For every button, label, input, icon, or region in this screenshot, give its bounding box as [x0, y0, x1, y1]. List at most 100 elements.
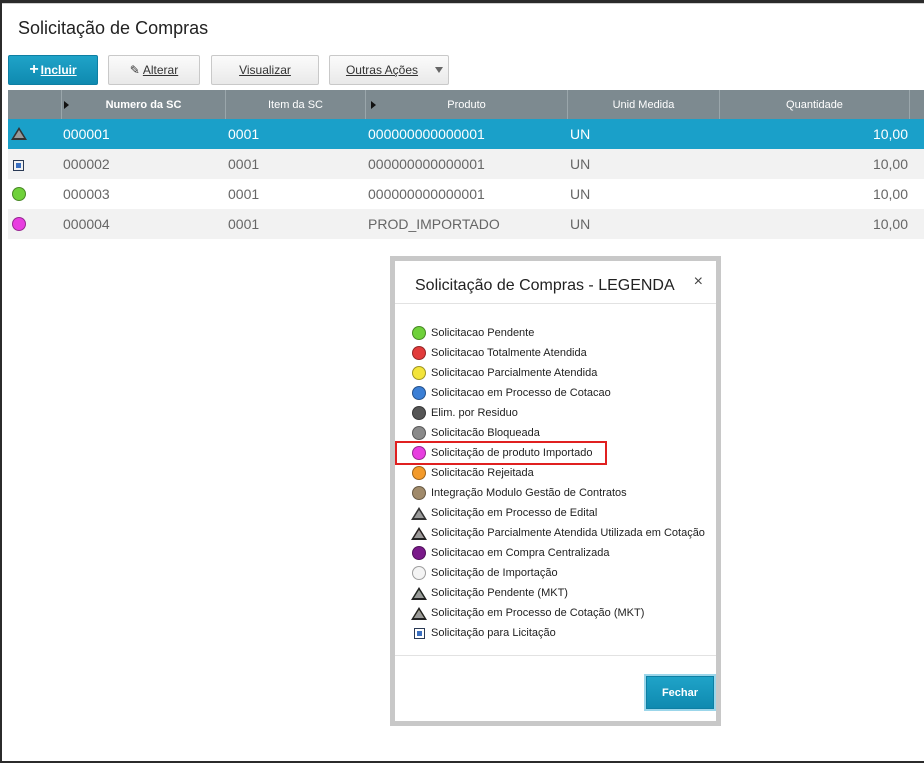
- legend-item: Solicitação de Importação: [411, 563, 705, 583]
- square-blue-icon: [411, 625, 427, 641]
- table-row[interactable]: 000004 0001 PROD_IMPORTADO UN 10,00: [8, 209, 924, 239]
- legend-item: Integração Modulo Gestão de Contratos: [411, 483, 705, 503]
- cell-quantidade: 10,00: [872, 216, 908, 232]
- status-square-icon: [12, 157, 26, 171]
- legend-list: Solicitacao Pendente Solicitacao Totalme…: [395, 323, 705, 643]
- alterar-button[interactable]: ✎ Alterar: [108, 55, 200, 85]
- cell-quantidade: 10,00: [872, 156, 908, 172]
- circle-purple-icon: [411, 545, 427, 561]
- legend-item: Elim. por Residuo: [411, 403, 705, 423]
- header-numero[interactable]: Numero da SC: [62, 90, 226, 119]
- incluir-label: Incluir: [40, 63, 77, 77]
- cell-numero: 000002: [63, 156, 110, 172]
- grid-header: Numero da SC Item da SC Produto Unid Med…: [8, 90, 924, 119]
- cell-unid: UN: [570, 156, 591, 172]
- cell-produto: 000000000000001: [368, 186, 485, 202]
- legend-item: Solicitacão Bloqueada: [411, 423, 705, 443]
- circle-gray-icon: [411, 425, 427, 441]
- divider: [395, 303, 716, 304]
- alterar-label: Alterar: [142, 63, 179, 77]
- legend-item: Solicitação em Processo de Cotação (MKT): [411, 603, 705, 623]
- cell-unid: UN: [570, 216, 591, 232]
- circle-dark-gray-icon: [411, 405, 427, 421]
- page-title: Solicitação de Compras: [18, 18, 209, 38]
- plus-icon: +: [29, 61, 39, 78]
- legend-dialog-frame: Solicitação de Compras - LEGENDA × Solic…: [390, 256, 721, 726]
- header-unid[interactable]: Unid Medida: [568, 90, 720, 119]
- cell-produto: 000000000000001: [368, 126, 485, 142]
- cell-unid: UN: [570, 126, 591, 142]
- legend-label: Solicitação para Licitação: [431, 627, 556, 639]
- legend-dialog: Solicitação de Compras - LEGENDA × Solic…: [395, 261, 716, 721]
- table-row[interactable]: 000003 0001 000000000000001 UN 10,00: [8, 179, 924, 209]
- status-triangle-icon: [11, 127, 27, 141]
- legend-item: Solicitação Parcialmente Atendida Utiliz…: [411, 523, 705, 543]
- legend-label: Solicitacao Pendente: [431, 327, 535, 339]
- outras-acoes-button[interactable]: Outras Ações: [329, 55, 449, 85]
- fechar-button[interactable]: Fechar: [646, 676, 714, 709]
- table-row[interactable]: 000002 0001 000000000000001 UN 10,00: [8, 149, 924, 179]
- cell-quantidade: 10,00: [872, 186, 908, 202]
- pencil-icon: ✎: [129, 63, 140, 77]
- sc-grid: Numero da SC Item da SC Produto Unid Med…: [8, 90, 924, 239]
- legend-item: Solicitacão Rejeitada: [411, 463, 705, 483]
- legend-item: Solicitação em Processo de Edital: [411, 503, 705, 523]
- legend-label: Solicitação em Processo de Edital: [431, 507, 598, 519]
- legend-label: Elim. por Residuo: [431, 407, 518, 419]
- status-circle-magenta-icon: [12, 217, 26, 231]
- legend-label: Solicitacao Parcialmente Atendida: [431, 367, 598, 379]
- cell-produto: PROD_IMPORTADO: [368, 216, 500, 232]
- circle-green-icon: [411, 325, 427, 341]
- cell-unid: UN: [570, 186, 591, 202]
- legend-item: Solicitacao em Compra Centralizada: [411, 543, 705, 563]
- header-status: [8, 90, 62, 119]
- cell-item: 0001: [228, 216, 260, 232]
- incluir-button[interactable]: + Incluir: [8, 55, 98, 85]
- cell-produto: 000000000000001: [368, 156, 485, 172]
- cell-item: 0001: [228, 156, 260, 172]
- header-quantidade[interactable]: Quantidade: [720, 90, 910, 119]
- circle-orange-icon: [411, 465, 427, 481]
- triangle-gray-icon: [411, 505, 427, 521]
- close-icon[interactable]: ×: [694, 273, 703, 291]
- legend-label: Solicitação de produto Importado: [431, 447, 593, 459]
- triangle-red-icon: [411, 525, 427, 541]
- header-item[interactable]: Item da SC: [226, 90, 366, 119]
- legend-label: Solicitacao em Processo de Cotacao: [431, 387, 611, 399]
- table-row[interactable]: 000001 0001 000000000000001 UN 10,00: [8, 119, 924, 149]
- divider: [395, 655, 716, 656]
- legend-item: Solicitacao Pendente: [411, 323, 705, 343]
- legend-item: Solicitacao Totalmente Atendida: [411, 343, 705, 363]
- circle-blue-icon: [411, 385, 427, 401]
- cell-quantidade: 10,00: [872, 126, 908, 142]
- circle-yellow-icon: [411, 365, 427, 381]
- cell-item: 0001: [228, 126, 260, 142]
- legend-label: Solicitacao em Compra Centralizada: [431, 547, 610, 559]
- legend-label: Solicitacão Bloqueada: [431, 427, 540, 439]
- cell-item: 0001: [228, 186, 260, 202]
- legend-label: Solicitação Parcialmente Atendida Utiliz…: [431, 527, 705, 539]
- chevron-down-icon: [435, 67, 443, 73]
- circle-red-icon: [411, 345, 427, 361]
- status-circle-green-icon: [12, 187, 26, 201]
- legend-item: Solicitação Pendente (MKT): [411, 583, 705, 603]
- header-produto[interactable]: Produto: [366, 90, 568, 119]
- triangle-yellow-icon: [411, 605, 427, 621]
- legend-label: Integração Modulo Gestão de Contratos: [431, 487, 627, 499]
- legend-label: Solicitacão Rejeitada: [431, 467, 534, 479]
- cell-numero: 000001: [63, 126, 110, 142]
- outras-acoes-label: Outras Ações: [345, 63, 419, 77]
- visualizar-button[interactable]: Visualizar: [211, 55, 319, 85]
- legend-label: Solicitacao Totalmente Atendida: [431, 347, 587, 359]
- dialog-title: Solicitação de Compras - LEGENDA: [415, 277, 675, 294]
- triangle-green-icon: [411, 585, 427, 601]
- cell-numero: 000003: [63, 186, 110, 202]
- legend-label: Solicitação em Processo de Cotação (MKT): [431, 607, 645, 619]
- cell-numero: 000004: [63, 216, 110, 232]
- circle-brown-icon: [411, 485, 427, 501]
- visualizar-label: Visualizar: [239, 63, 291, 77]
- legend-item-highlighted: Solicitação de produto Importado: [395, 441, 607, 465]
- legend-label: Solicitação Pendente (MKT): [431, 587, 568, 599]
- legend-label: Solicitação de Importação: [431, 567, 558, 579]
- legend-item: Solicitacao Parcialmente Atendida: [411, 363, 705, 383]
